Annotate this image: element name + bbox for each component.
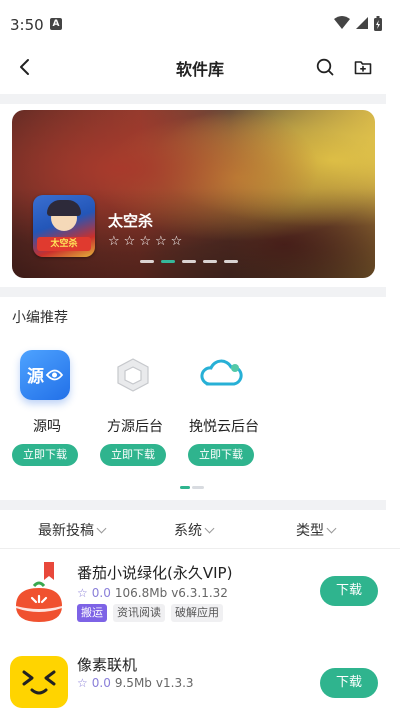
filter-bar: 最新投稿 系统 类型 bbox=[0, 512, 400, 549]
status-icons bbox=[334, 14, 382, 32]
game-character-hair bbox=[47, 200, 81, 216]
tag-category: 破解应用 bbox=[171, 604, 223, 622]
chevron-down-icon bbox=[326, 523, 337, 534]
star-outline-icon: ☆ bbox=[170, 234, 183, 249]
page-title: 软件库 bbox=[175, 60, 224, 79]
banner-dot[interactable] bbox=[224, 260, 238, 263]
app-meta: ☆ 0.0 106.8Mb v6.3.1.32 bbox=[77, 586, 228, 600]
banner-game-icon[interactable]: 太空杀 bbox=[33, 195, 95, 257]
app-title: 番茄小说绿化(永久VIP) bbox=[77, 564, 233, 582]
recommend-item-name: 方源后台 bbox=[107, 419, 163, 435]
app-rating: 0.0 bbox=[91, 676, 111, 690]
svg-text:源: 源 bbox=[27, 366, 44, 387]
app-rating: 0.0 bbox=[91, 586, 111, 600]
app-size: 106.8Mb bbox=[114, 586, 168, 600]
battery-icon bbox=[374, 15, 382, 31]
recommend-dot-active bbox=[180, 486, 190, 489]
chevron-down-icon bbox=[96, 523, 107, 534]
star-outline-icon: ☆ bbox=[139, 234, 151, 249]
app-version: v1.3.3 bbox=[155, 676, 194, 690]
banner-pagination bbox=[140, 260, 238, 263]
app-list-item[interactable]: 番茄小说绿化(永久VIP) ☆ 0.0 106.8Mb v6.3.1.32 搬运… bbox=[0, 558, 400, 638]
status-time: 3:50 bbox=[10, 16, 44, 34]
tag-repost: 搬运 bbox=[77, 604, 107, 622]
notification-a-icon: A bbox=[50, 18, 62, 30]
filter-label: 系统 bbox=[174, 523, 202, 539]
banner-rating-stars: ☆ ☆ ☆ ☆ ☆ bbox=[108, 235, 182, 248]
signal-icon bbox=[356, 17, 368, 29]
star-outline-icon: ☆ bbox=[123, 234, 136, 249]
section-divider bbox=[0, 287, 386, 297]
status-bar: 3:50 A bbox=[0, 0, 400, 44]
game-icon-text: 太空杀 bbox=[37, 237, 91, 251]
tag-category: 资讯阅读 bbox=[113, 604, 165, 622]
search-button[interactable] bbox=[310, 52, 340, 82]
cube-app-icon[interactable] bbox=[108, 350, 158, 400]
app-header: 软件库 bbox=[0, 44, 400, 90]
folder-button[interactable] bbox=[348, 52, 378, 82]
banner-dot-active[interactable] bbox=[161, 260, 175, 263]
recommend-pagination bbox=[180, 486, 204, 489]
filter-latest[interactable]: 最新投稿 bbox=[38, 520, 107, 540]
download-button[interactable]: 下载 bbox=[320, 668, 378, 698]
folder-add-icon bbox=[354, 61, 372, 75]
wifi-icon bbox=[334, 16, 350, 29]
recommend-download-button[interactable]: 立即下载 bbox=[188, 444, 254, 466]
section-divider bbox=[0, 500, 386, 510]
filter-label: 最新投稿 bbox=[38, 523, 94, 539]
filter-system[interactable]: 系统 bbox=[174, 520, 215, 540]
chevron-down-icon bbox=[204, 523, 215, 534]
app-version: v6.3.1.32 bbox=[171, 586, 228, 600]
banner-dot[interactable] bbox=[203, 260, 217, 263]
star-outline-icon: ☆ bbox=[108, 234, 120, 249]
banner-dot[interactable] bbox=[140, 260, 154, 263]
featured-banner[interactable]: 太空杀 太空杀 ☆ ☆ ☆ ☆ ☆ bbox=[12, 110, 375, 278]
yuan-app-icon[interactable]: 源 bbox=[20, 350, 70, 400]
pixel-link-app-icon[interactable] bbox=[10, 656, 68, 708]
section-divider bbox=[0, 94, 386, 104]
bookmark-icon bbox=[44, 562, 54, 580]
rating-star-icon: ☆ bbox=[77, 676, 88, 690]
recommend-list: 源 源吗 立即下载 方源后台 立即下载 挽悦云后台 立即下载 bbox=[0, 350, 400, 470]
app-title: 像素联机 bbox=[77, 656, 138, 674]
filter-label: 类型 bbox=[296, 523, 324, 539]
recommend-download-button[interactable]: 立即下载 bbox=[100, 444, 166, 466]
recommend-dot bbox=[192, 486, 204, 489]
app-meta: ☆ 0.0 9.5Mb v1.3.3 bbox=[77, 676, 194, 690]
tomato-novel-app-icon[interactable] bbox=[10, 572, 68, 630]
app-size: 9.5Mb bbox=[114, 676, 152, 690]
recommend-download-button[interactable]: 立即下载 bbox=[12, 444, 78, 466]
recommend-item-name: 挽悦云后台 bbox=[189, 419, 259, 435]
cloud-app-icon[interactable] bbox=[196, 350, 246, 400]
recommend-section-title: 小编推荐 bbox=[12, 310, 68, 326]
recommend-item-name: 源吗 bbox=[33, 419, 61, 435]
banner-dot[interactable] bbox=[182, 260, 196, 263]
search-icon bbox=[316, 58, 334, 76]
filter-type[interactable]: 类型 bbox=[296, 520, 337, 540]
star-outline-icon: ☆ bbox=[154, 234, 167, 249]
banner-game-title: 太空杀 bbox=[108, 212, 154, 230]
app-tags: 搬运 资讯阅读 破解应用 bbox=[77, 604, 223, 622]
rating-star-icon: ☆ bbox=[77, 586, 88, 600]
app-list-item[interactable]: 像素联机 ☆ 0.0 9.5Mb v1.3.3 下载 bbox=[0, 648, 400, 728]
download-button[interactable]: 下载 bbox=[320, 576, 378, 606]
